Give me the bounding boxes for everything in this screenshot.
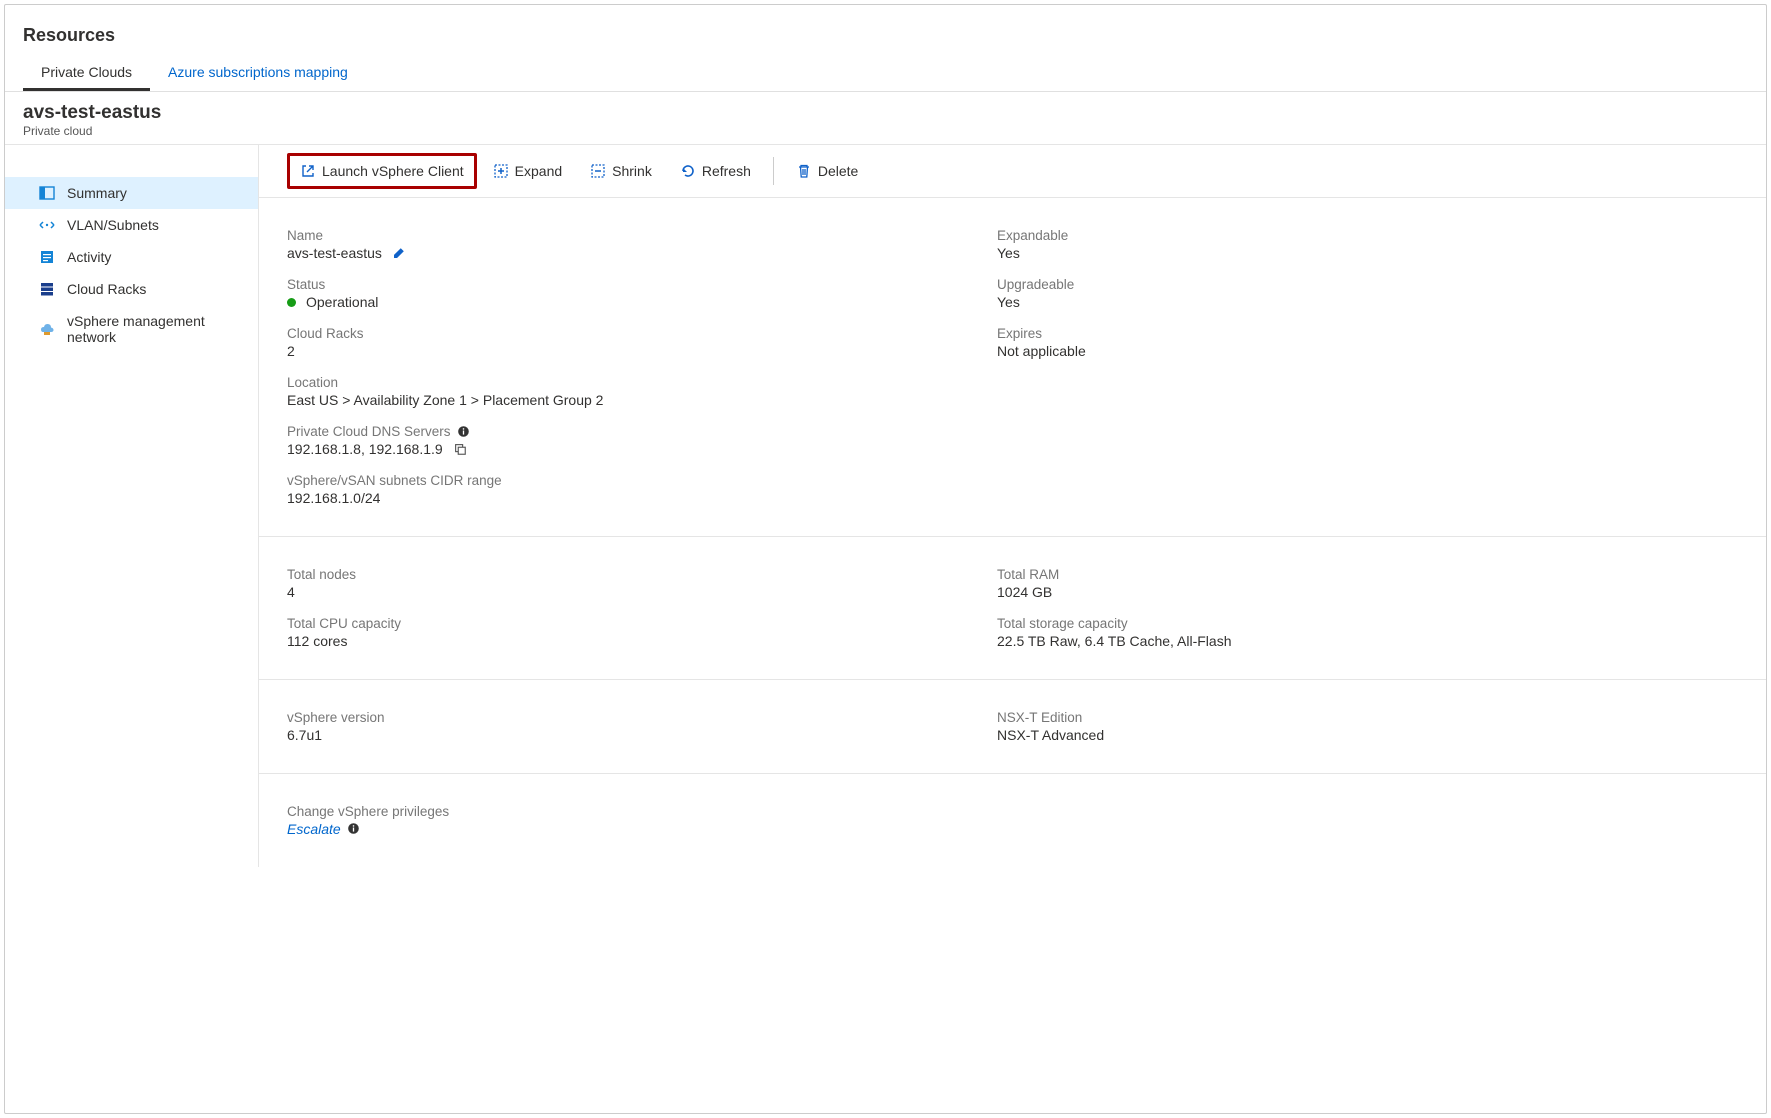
toolbar-label: Launch vSphere Client (322, 163, 464, 179)
field-label-name: Name (287, 228, 997, 243)
trash-icon (796, 163, 812, 179)
tab-private-clouds[interactable]: Private Clouds (23, 56, 150, 91)
sidebar-item-label: vSphere management network (67, 313, 248, 345)
sidebar-item-summary[interactable]: Summary (5, 177, 258, 209)
toolbar: Launch vSphere Client Expand Shrink (259, 145, 1766, 198)
shrink-button[interactable]: Shrink (578, 154, 664, 188)
open-external-icon (300, 163, 316, 179)
info-icon[interactable] (347, 822, 361, 836)
sidebar-item-label: Summary (67, 185, 127, 201)
summary-panel: Name avs-test-eastus Status (259, 198, 1766, 537)
resource-name: avs-test-eastus (23, 102, 1748, 124)
field-value-status: Operational (306, 294, 378, 310)
field-label-racks: Cloud Racks (287, 326, 997, 341)
capacity-panel: Total nodes 4 Total CPU capacity 112 cor… (259, 537, 1766, 680)
sidebar-item-cloud-racks[interactable]: Cloud Racks (5, 273, 258, 305)
status-dot-icon (287, 298, 296, 307)
resource-header: avs-test-eastus Private cloud (5, 92, 1766, 144)
sidebar-item-label: Activity (67, 249, 111, 265)
expand-button[interactable]: Expand (481, 154, 574, 188)
toolbar-label: Expand (515, 163, 562, 179)
privileges-panel: Change vSphere privileges Escalate (259, 774, 1766, 867)
field-label-dns: Private Cloud DNS Servers (287, 424, 451, 439)
field-value-nodes: 4 (287, 584, 997, 600)
field-value-upgradeable: Yes (997, 294, 1387, 310)
launch-vsphere-client-button[interactable]: Launch vSphere Client (287, 153, 477, 189)
field-label-expandable: Expandable (997, 228, 1387, 243)
field-value-storage: 22.5 TB Raw, 6.4 TB Cache, All-Flash (997, 633, 1387, 649)
field-value-cidr: 192.168.1.0/24 (287, 490, 997, 506)
delete-button[interactable]: Delete (784, 154, 870, 188)
vlan-icon (39, 217, 55, 233)
field-label-vsphere-version: vSphere version (287, 710, 997, 725)
field-value-ram: 1024 GB (997, 584, 1387, 600)
field-label-nsxt-edition: NSX-T Edition (997, 710, 1387, 725)
sidebar-item-label: VLAN/Subnets (67, 217, 159, 233)
toolbar-label: Delete (818, 163, 858, 179)
field-value-racks: 2 (287, 343, 997, 359)
field-label-ram: Total RAM (997, 567, 1387, 582)
field-label-upgradeable: Upgradeable (997, 277, 1387, 292)
field-label-expires: Expires (997, 326, 1387, 341)
field-label-privileges: Change vSphere privileges (287, 804, 1738, 819)
sidebar-item-vlan-subnets[interactable]: VLAN/Subnets (5, 209, 258, 241)
field-value-expandable: Yes (997, 245, 1387, 261)
field-label-cpu: Total CPU capacity (287, 616, 997, 631)
field-label-status: Status (287, 277, 997, 292)
resource-type: Private cloud (23, 124, 1748, 138)
field-label-location: Location (287, 375, 997, 390)
escalate-link[interactable]: Escalate (287, 821, 341, 837)
expand-icon (493, 163, 509, 179)
tabs: Private Clouds Azure subscriptions mappi… (5, 56, 1766, 92)
info-icon[interactable] (457, 425, 471, 439)
refresh-icon (680, 163, 696, 179)
field-value-dns: 192.168.1.8, 192.168.1.9 (287, 441, 443, 457)
field-value-expires: Not applicable (997, 343, 1387, 359)
toolbar-label: Refresh (702, 163, 751, 179)
versions-panel: vSphere version 6.7u1 NSX-T Edition NSX-… (259, 680, 1766, 774)
toolbar-separator (773, 157, 774, 185)
field-value-nsxt-edition: NSX-T Advanced (997, 727, 1387, 743)
tab-azure-subscriptions-mapping[interactable]: Azure subscriptions mapping (150, 56, 366, 91)
field-label-cidr: vSphere/vSAN subnets CIDR range (287, 473, 997, 488)
copy-icon[interactable] (453, 442, 467, 456)
field-value-name: avs-test-eastus (287, 245, 382, 261)
vsphere-icon (39, 321, 55, 337)
field-value-vsphere-version: 6.7u1 (287, 727, 997, 743)
field-label-storage: Total storage capacity (997, 616, 1387, 631)
sidebar-item-label: Cloud Racks (67, 281, 146, 297)
edit-name-icon[interactable] (392, 246, 406, 260)
field-label-nodes: Total nodes (287, 567, 997, 582)
shrink-icon (590, 163, 606, 179)
summary-icon (39, 185, 55, 201)
page-title: Resources (5, 5, 1766, 56)
sidebar-item-vsphere-network[interactable]: vSphere management network (5, 305, 258, 353)
activity-icon (39, 249, 55, 265)
field-value-cpu: 112 cores (287, 633, 997, 649)
racks-icon (39, 281, 55, 297)
toolbar-label: Shrink (612, 163, 652, 179)
sidebar: Summary VLAN/Subnets Activity Cloud Rack… (5, 145, 259, 867)
field-value-location: East US > Availability Zone 1 > Placemen… (287, 392, 997, 408)
refresh-button[interactable]: Refresh (668, 154, 763, 188)
sidebar-item-activity[interactable]: Activity (5, 241, 258, 273)
